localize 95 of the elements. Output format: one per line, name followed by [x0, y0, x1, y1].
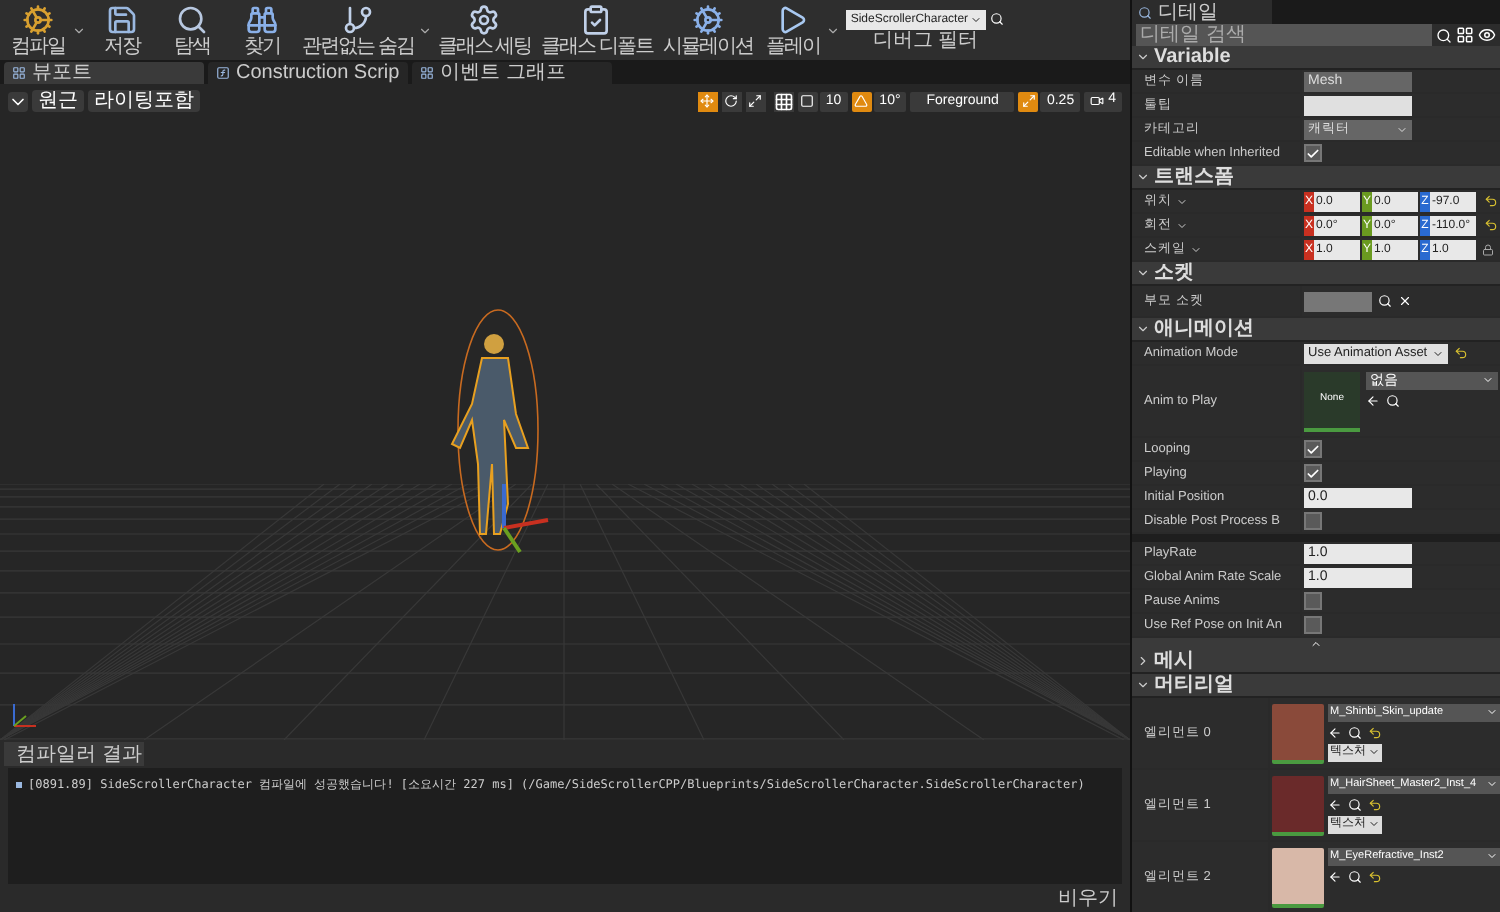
- branch-icon: [341, 3, 374, 35]
- settings-icon: [468, 3, 501, 35]
- caret-icon[interactable]: [1431, 347, 1444, 359]
- grid-icon: [12, 66, 26, 80]
- camera-icon[interactable]: [1090, 94, 1105, 108]
- caret-icon[interactable]: [1486, 778, 1498, 790]
- arrow-left-icon[interactable]: [1328, 869, 1342, 883]
- collapse-icon[interactable]: [1136, 322, 1150, 336]
- caret-icon[interactable]: [1368, 818, 1380, 830]
- grid-icon[interactable]: [773, 91, 794, 111]
- move-tool-icon[interactable]: [697, 91, 718, 111]
- search-icon[interactable]: [1348, 725, 1362, 739]
- view-mode-button[interactable]: 원근: [32, 90, 84, 112]
- lock-icon[interactable]: [1482, 243, 1494, 255]
- reset-icon[interactable]: [1368, 725, 1382, 739]
- clear-button[interactable]: 비우기: [1058, 887, 1118, 909]
- rotate-tool-icon[interactable]: [721, 91, 742, 111]
- checkbox[interactable]: [1304, 464, 1322, 482]
- arrow-left-icon[interactable]: [1366, 393, 1380, 407]
- checkbox[interactable]: [1304, 440, 1322, 458]
- section-header[interactable]: 머티리얼: [1132, 674, 1500, 698]
- section-header[interactable]: 메시: [1132, 650, 1500, 674]
- reset-icon[interactable]: [1453, 346, 1468, 360]
- close-icon[interactable]: [1398, 294, 1412, 308]
- axis-gizmo-icon: [12, 704, 36, 728]
- toolbar-button[interactable]: 클래스 세팅: [433, 3, 536, 57]
- function-icon: [216, 66, 230, 80]
- caret-icon[interactable]: [970, 13, 983, 25]
- caret-icon[interactable]: [1482, 374, 1494, 386]
- section-header[interactable]: 트랜스폼: [1132, 166, 1500, 190]
- caret-icon[interactable]: [417, 23, 432, 37]
- checkbox[interactable]: [1304, 616, 1322, 634]
- arrow-left-icon[interactable]: [1328, 797, 1342, 811]
- section-header[interactable]: Variable: [1132, 46, 1500, 70]
- toolbar-button[interactable]: 탐색: [158, 3, 226, 57]
- collapse-icon[interactable]: [1136, 50, 1150, 64]
- reset-icon[interactable]: [1484, 218, 1498, 232]
- caret-icon[interactable]: [1486, 706, 1498, 718]
- editor-tab[interactable]: 이벤트 그래프: [412, 62, 612, 84]
- toolbar-button[interactable]: 컴파일: [4, 3, 72, 57]
- caret-icon[interactable]: [1368, 746, 1380, 758]
- gear-icon: [691, 3, 724, 35]
- section-header[interactable]: 애니메이션: [1132, 318, 1500, 342]
- binoculars-icon: [246, 3, 278, 35]
- gear-icon: [22, 3, 54, 35]
- section-header[interactable]: 소켓: [1132, 262, 1500, 286]
- toolbar-button[interactable]: 저장: [88, 3, 156, 57]
- results-tab[interactable]: 컴파일러 결과: [4, 742, 144, 766]
- collapse-icon[interactable]: [1136, 678, 1150, 692]
- eye-icon[interactable]: [1478, 26, 1496, 44]
- search-icon[interactable]: [1378, 294, 1392, 308]
- socket-field[interactable]: [1304, 291, 1372, 311]
- advanced-toggle-icon[interactable]: [1310, 638, 1322, 650]
- checkbox[interactable]: [1304, 512, 1322, 530]
- toolbar-button[interactable]: 플레이: [758, 3, 827, 57]
- search-icon: [176, 3, 208, 35]
- scale-tool-icon[interactable]: [745, 91, 766, 111]
- details-search-field[interactable]: 디테일 검색: [1136, 24, 1432, 46]
- arrow-left-icon[interactable]: [1328, 725, 1342, 739]
- grid-icon[interactable]: [1456, 26, 1474, 44]
- save-icon: [106, 3, 138, 35]
- reset-icon[interactable]: [1484, 194, 1498, 208]
- text-field[interactable]: [1304, 95, 1412, 115]
- details-tab[interactable]: 디테일: [1132, 0, 1272, 24]
- toolbar-button[interactable]: 클래스 디폴트: [537, 3, 657, 57]
- clipboard-icon: [580, 3, 613, 35]
- search-icon: [1138, 5, 1152, 19]
- grid-icon: [420, 66, 434, 80]
- scale-snap-toggle[interactable]: [1018, 91, 1039, 111]
- checkbox[interactable]: [1304, 592, 1322, 610]
- reset-icon[interactable]: [1368, 869, 1382, 883]
- caret-icon[interactable]: [826, 23, 841, 37]
- toolbar-button[interactable]: 찾기: [228, 3, 296, 57]
- search-icon[interactable]: [1348, 869, 1362, 883]
- grid-snap-toggle[interactable]: [797, 91, 818, 111]
- reset-icon[interactable]: [1368, 797, 1382, 811]
- rotation-snap-toggle[interactable]: [851, 91, 872, 111]
- search-icon[interactable]: [1386, 393, 1400, 407]
- search-icon[interactable]: [990, 12, 1005, 26]
- expand-icon[interactable]: [1136, 654, 1150, 668]
- caret-icon[interactable]: [1486, 850, 1498, 862]
- collapse-icon[interactable]: [1136, 266, 1150, 280]
- collapse-icon[interactable]: [1136, 170, 1150, 184]
- editor-tab[interactable]: 뷰포트: [4, 62, 204, 84]
- editor-tab[interactable]: Construction Scrip: [208, 62, 408, 84]
- debug-filter-label: 디버그 필터: [872, 29, 979, 51]
- toolbar-button[interactable]: 시뮬레이션: [658, 3, 757, 57]
- checkbox[interactable]: [1304, 144, 1322, 162]
- caret-icon[interactable]: [72, 23, 86, 37]
- search-icon[interactable]: [1436, 27, 1452, 43]
- toolbar-button[interactable]: 관련없는 숨김: [298, 3, 418, 57]
- menu-icon[interactable]: [8, 91, 28, 111]
- lighting-button[interactable]: 라이팅포함: [88, 90, 200, 112]
- play-icon: [776, 3, 809, 35]
- search-icon[interactable]: [1348, 797, 1362, 811]
